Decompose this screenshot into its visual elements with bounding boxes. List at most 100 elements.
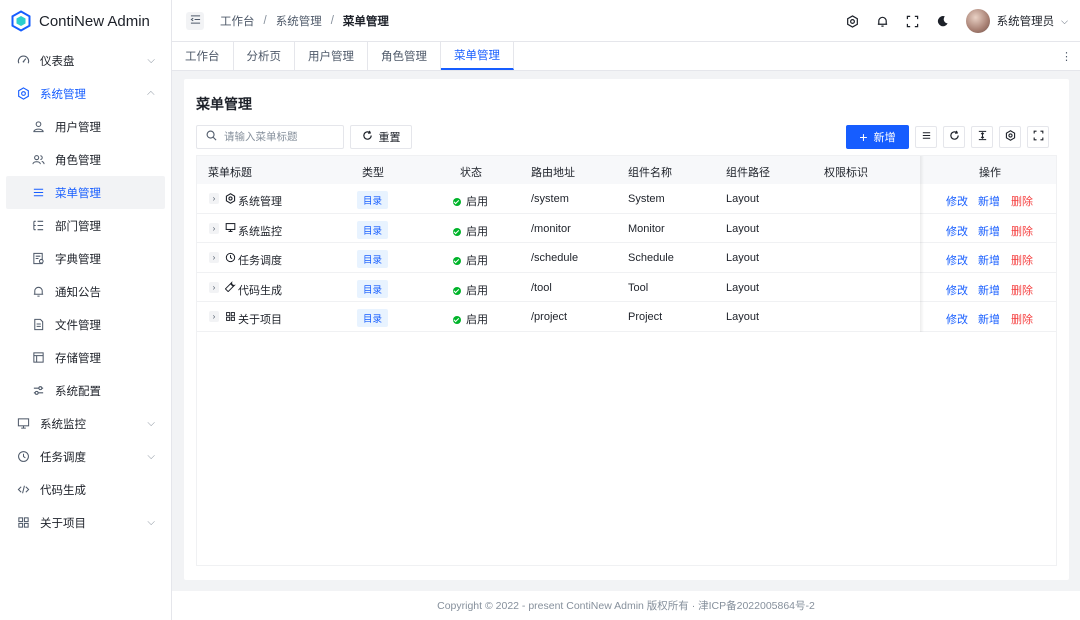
route-cell: /schedule [531,252,579,264]
route-cell: /monitor [531,222,571,235]
sidebar-item-dict[interactable]: 字典管理 [0,242,171,275]
sidebar-item-codegen[interactable]: 代码生成 [0,473,171,506]
bell-icon [31,285,45,299]
sidebar-item-config[interactable]: 系统配置 [0,374,171,407]
tab-workbench[interactable]: 工作台 [172,42,234,70]
breadcrumb-current: 菜单管理 [342,15,389,28]
user-menu[interactable]: 系统管理员 ⌵ [965,9,1068,33]
monitor-icon [224,222,236,234]
add-child-link[interactable]: 新增 [978,193,1000,209]
refresh-button[interactable] [943,126,965,148]
expand-row-icon[interactable]: › [209,222,219,234]
sidebar-item-storage[interactable]: 存储管理 [0,341,171,374]
sidebar-item-label: 字典管理 [55,253,101,266]
sidebar: ContiNew Admin 仪表盘 ⌵ 系统管理 ⌵ 用户管理 角色管理 菜单… [0,0,172,620]
add-child-link[interactable]: 新增 [978,252,1000,268]
sidebar-item-system[interactable]: 系统管理 ⌵ [0,77,171,110]
sidebar-item-depts[interactable]: 部门管理 [0,209,171,242]
status-cell: 启用 [453,193,488,209]
expand-row-icon[interactable]: › [209,281,219,293]
sidebar-item-menus[interactable]: 菜单管理 [6,176,165,209]
line-height-icon [977,130,988,144]
tab-roles[interactable]: 角色管理 [368,42,441,70]
collapse-sidebar-button[interactable] [186,11,204,30]
menu-title: 系统监控 [238,225,282,238]
edit-link[interactable]: 修改 [946,311,968,327]
sidebar-item-notice[interactable]: 通知公告 [0,275,171,308]
route-cell: /project [531,311,568,323]
add-child-link[interactable]: 新增 [978,282,1000,298]
dashboard-icon [16,54,30,68]
edit-link[interactable]: 修改 [946,252,968,268]
delete-link[interactable]: 删除 [1011,311,1033,327]
sidebar-item-files[interactable]: 文件管理 [0,308,171,341]
file-icon [31,318,45,332]
fullscreen-icon[interactable] [906,14,920,28]
reset-button[interactable]: 重置 [350,125,412,149]
sidebar-item-about[interactable]: 关于项目 ⌵ [0,506,171,539]
sidebar-item-users[interactable]: 用户管理 [0,110,171,143]
expand-row-icon[interactable]: › [209,193,219,204]
apps-icon [224,310,236,322]
more-vertical-icon[interactable]: ⋮ [1061,50,1072,63]
component-name-cell: Tool [628,281,649,294]
sidebar-item-label: 通知公告 [55,286,101,299]
sidebar-item-label: 系统监控 [40,418,86,431]
component-name-cell: System [628,193,665,205]
app-logo[interactable]: ContiNew Admin [0,0,171,42]
sidebar-item-schedule[interactable]: 任务调度 ⌵ [0,440,171,473]
search-box[interactable] [196,125,344,149]
sidebar-item-monitor[interactable]: 系统监控 ⌵ [0,407,171,440]
logo-icon [11,10,31,32]
column-settings-button[interactable] [999,126,1021,148]
content-card: 菜单管理 重置 + 新增 菜单标题 [184,79,1069,580]
breadcrumb-item[interactable]: 工作台 [220,13,255,29]
expand-all-button[interactable] [915,126,937,148]
edit-link[interactable]: 修改 [946,282,968,298]
chevron-down-icon: ⌵ [147,451,155,462]
tab-analysis[interactable]: 分析页 [234,42,295,70]
type-tag: 目录 [357,191,389,209]
row-height-button[interactable] [971,126,993,148]
table-row: › 关于项目 目录 启用 /project Project Layout 修改 … [197,302,1056,332]
delete-link[interactable]: 删除 [1011,223,1033,239]
add-child-link[interactable]: 新增 [978,223,1000,239]
check-circle-icon [453,198,461,206]
status-label: 启用 [466,284,488,297]
tab-users[interactable]: 用户管理 [295,42,368,70]
username: 系统管理员 [996,16,1055,28]
delete-link[interactable]: 删除 [1011,252,1033,268]
bell-icon[interactable] [876,14,890,28]
dict-icon [31,252,45,266]
copyright-text: Copyright © 2022 - present ContiNew Admi… [437,600,815,612]
breadcrumb-separator: / [263,14,267,27]
fixed-column-shadow [920,156,924,332]
component-path-cell: Layout [726,193,760,205]
expand-row-icon[interactable]: › [209,311,219,322]
sidebar-item-dashboard[interactable]: 仪表盘 ⌵ [0,44,171,77]
delete-link[interactable]: 删除 [1011,282,1033,298]
column-header: 组件路径 [726,167,770,179]
avatar [965,9,990,33]
sidebar-item-label: 系统管理 [40,88,86,101]
delete-link[interactable]: 删除 [1011,193,1033,209]
breadcrumb-separator: / [330,14,334,27]
dark-mode-icon[interactable] [936,14,950,28]
expand-row-icon[interactable]: › [209,252,219,263]
column-header: 操作 [979,167,1001,179]
monitor-icon [16,417,30,431]
chevron-up-icon: ⌵ [147,88,155,99]
column-header: 状态 [460,167,482,179]
add-label: 新增 [873,132,896,144]
settings-icon[interactable] [846,14,860,28]
search-icon [206,130,217,144]
tab-menus[interactable]: 菜单管理 [441,42,514,70]
search-input[interactable] [224,131,336,143]
add-menu-button[interactable]: + 新增 [846,125,909,149]
edit-link[interactable]: 修改 [946,223,968,239]
edit-link[interactable]: 修改 [946,193,968,209]
fullscreen-button[interactable] [1027,126,1049,148]
sidebar-item-roles[interactable]: 角色管理 [0,143,171,176]
breadcrumb-item[interactable]: 系统管理 [276,13,322,29]
add-child-link[interactable]: 新增 [978,311,1000,327]
